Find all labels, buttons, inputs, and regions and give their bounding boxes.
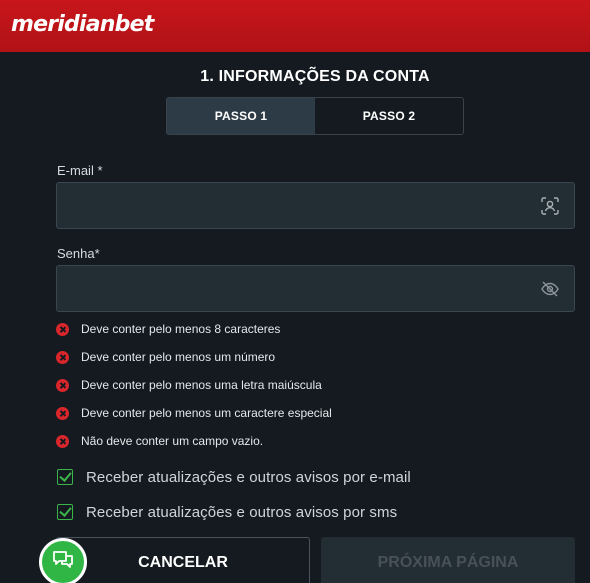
password-rule: Deve conter pelo menos um caractere espe… xyxy=(56,405,332,421)
password-field-wrapper xyxy=(56,265,575,312)
chat-icon xyxy=(51,548,75,577)
error-x-icon xyxy=(56,406,69,420)
site-header: meridianbet xyxy=(0,0,590,52)
error-x-icon xyxy=(56,322,69,336)
meridianbet-logo[interactable]: meridianbet xyxy=(11,12,154,37)
email-updates-checkbox[interactable]: Receber atualizações e outros avisos por… xyxy=(57,468,411,486)
user-scan-icon[interactable] xyxy=(540,196,560,216)
checkbox-checked-icon[interactable] xyxy=(57,504,73,520)
tab-step-2[interactable]: PASSO 2 xyxy=(315,98,463,134)
password-rule: Deve conter pelo menos um número xyxy=(56,349,275,365)
error-x-icon xyxy=(56,378,69,392)
rule-text: Deve conter pelo menos um caractere espe… xyxy=(81,406,332,420)
next-page-button[interactable]: PRÓXIMA PÁGINA xyxy=(321,537,575,583)
eye-off-icon[interactable] xyxy=(540,279,560,299)
error-x-icon xyxy=(56,434,69,448)
checkbox-label: Receber atualizações e outros avisos por… xyxy=(86,503,398,521)
password-rule: Deve conter pelo menos 8 caracteres xyxy=(56,321,280,337)
password-label: Senha* xyxy=(57,246,100,261)
cancel-button[interactable]: CANCELAR xyxy=(56,537,310,583)
email-field[interactable] xyxy=(57,183,574,228)
tab-step-1[interactable]: PASSO 1 xyxy=(167,98,315,134)
page-title: 1. INFORMAÇÕES DA CONTA xyxy=(200,68,430,85)
checkbox-checked-icon[interactable] xyxy=(57,469,73,485)
password-rule: Deve conter pelo menos uma letra maiúscu… xyxy=(56,377,322,393)
sms-updates-checkbox[interactable]: Receber atualizações e outros avisos por… xyxy=(57,503,397,521)
email-field-wrapper xyxy=(56,182,575,229)
rule-text: Deve conter pelo menos 8 caracteres xyxy=(81,322,281,336)
rule-text: Deve conter pelo menos uma letra maiúscu… xyxy=(81,378,322,392)
rule-text: Não deve conter um campo vazio. xyxy=(81,434,264,448)
password-field[interactable] xyxy=(57,266,574,311)
checkbox-label: Receber atualizações e outros avisos por… xyxy=(86,468,411,486)
chat-widget-button[interactable] xyxy=(39,538,87,583)
password-rule: Não deve conter um campo vazio. xyxy=(56,433,263,449)
email-label: E-mail * xyxy=(57,163,103,178)
error-x-icon xyxy=(56,350,69,364)
rule-text: Deve conter pelo menos um número xyxy=(81,350,276,364)
step-tabs: PASSO 1 PASSO 2 xyxy=(166,97,464,135)
